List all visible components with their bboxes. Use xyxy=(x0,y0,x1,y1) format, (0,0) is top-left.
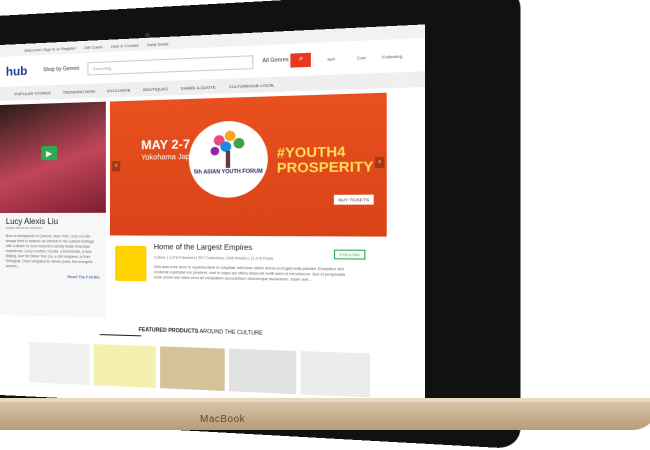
hashtag-line-2: PROSPERITY xyxy=(276,158,374,176)
nav-boutiques[interactable]: BOUTIQUES xyxy=(143,86,168,92)
website-screen: Welcome! Sign in or Register Gift Cards … xyxy=(0,24,426,416)
nav-share-a-quote[interactable]: SHARE A QUOTE xyxy=(181,84,216,90)
banner-date: MAY 2-7 xyxy=(141,136,191,153)
product-card[interactable] xyxy=(29,341,90,385)
site-logo[interactable]: hub xyxy=(6,63,35,79)
store-card: Home of the Largest Empires Culture | 3,… xyxy=(110,242,387,321)
following-icon[interactable]: Following xyxy=(381,53,402,59)
nav-culturehub-local[interactable]: CULTUREHUB LOCAL xyxy=(229,82,275,89)
shop-by-genres-dropdown[interactable]: Shop by Genres xyxy=(43,66,79,74)
sell-icon[interactable]: Sell xyxy=(321,55,342,62)
play-icon[interactable]: ▶ xyxy=(41,145,58,161)
store-stats: Culture | 3,478 Followers | 907 Collecti… xyxy=(153,255,274,261)
laptop: Welcome! Sign in or Register Gift Cards … xyxy=(0,0,650,450)
featured-underline xyxy=(99,334,142,337)
main-content: ▶ Lucy Alexis Liu Asian American Actress… xyxy=(0,87,425,398)
profile-photo[interactable]: ▶ xyxy=(0,101,106,213)
product-card[interactable] xyxy=(160,346,225,392)
banner-hashtag: #YOUTH4 PROSPERITY xyxy=(276,143,374,176)
featured-rest: AROUND THE CULTURE xyxy=(199,328,263,337)
device-brand: MacBook xyxy=(200,414,246,425)
tree-icon xyxy=(210,130,245,168)
store-logo[interactable] xyxy=(115,245,147,282)
carousel-next-button[interactable]: › xyxy=(374,156,385,169)
read-bio-link[interactable]: Read The Full Bio xyxy=(0,273,106,280)
nav-exclusive[interactable]: EXCLUSIVE xyxy=(107,87,130,93)
search-icon: ⌕ xyxy=(298,55,304,63)
profile-name: Lucy Alexis Liu xyxy=(5,216,59,227)
buy-tickets-button[interactable]: BUY TICKETS xyxy=(333,194,374,205)
help-link[interactable]: Help & Contact xyxy=(111,42,139,48)
gift-cards-link[interactable]: Gift Cards xyxy=(84,44,102,50)
product-card[interactable] xyxy=(93,344,156,388)
daily-deals-link[interactable]: Daily Deals xyxy=(147,40,168,46)
profile-card: ▶ Lucy Alexis Liu Asian American Actress… xyxy=(0,101,106,318)
product-row xyxy=(29,341,371,398)
follow-button[interactable]: FOLLOW xyxy=(333,249,366,260)
cart-icon[interactable]: Cart xyxy=(351,54,372,60)
product-card[interactable] xyxy=(229,348,297,395)
all-genres-select[interactable]: All Genres xyxy=(262,57,288,65)
forum-logo-label: 5th ASIAN YOUTH FORUM xyxy=(193,168,263,176)
product-card[interactable] xyxy=(300,351,371,398)
featured-bold: FEATURED PRODUCTS xyxy=(138,326,199,335)
search-input[interactable]: Searching... xyxy=(87,54,254,76)
nav-popular-stores[interactable]: POPULAR STORES xyxy=(15,90,51,96)
carousel-prev-button[interactable]: ‹ xyxy=(112,161,121,172)
search-button[interactable]: ⌕ xyxy=(290,52,312,68)
store-title[interactable]: Home of the Largest Empires xyxy=(154,244,253,252)
hero-banner[interactable]: ‹ › MAY 2-7 Yokohama Japan 5th ASIAN YOU… xyxy=(109,92,387,237)
store-description: Duis aute irure dolor in reprehenderit i… xyxy=(153,264,346,282)
featured-heading: FEATURED PRODUCTS AROUND THE CULTURE xyxy=(29,324,386,341)
sign-in-link[interactable]: Welcome! Sign in or Register xyxy=(24,45,76,52)
nav-trending-now[interactable]: TRENDING NOW xyxy=(63,88,95,94)
laptop-base xyxy=(0,402,650,430)
forum-logo: 5th ASIAN YOUTH FORUM xyxy=(188,120,268,198)
profile-bio: Born to immigrants in Queens, New York, … xyxy=(5,234,95,269)
